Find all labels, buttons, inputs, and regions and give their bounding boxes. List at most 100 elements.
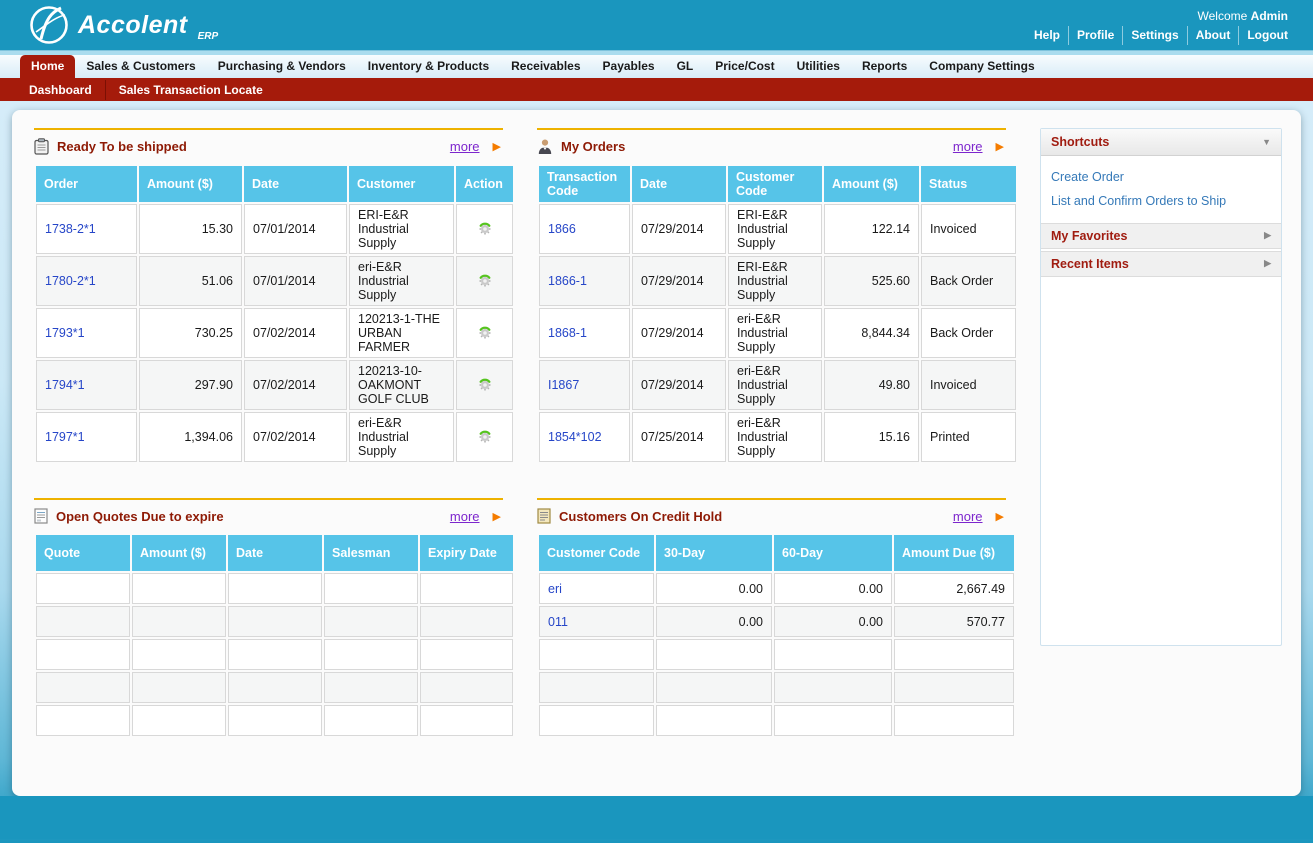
record-link[interactable]: 1854*102: [548, 430, 602, 444]
customer-cell: ERI-E&R Industrial Supply: [728, 256, 822, 306]
nav-tab[interactable]: Inventory & Products: [357, 55, 500, 78]
table-row: 1738-2*1 15.30 07/01/2014 ERI-E&R Industria…: [36, 204, 513, 254]
process-gear-icon[interactable]: [476, 219, 494, 237]
header-link[interactable]: Profile: [1068, 26, 1122, 45]
widget-my-orders: My Orders more ▶ Transaction Code Date C…: [537, 128, 1016, 464]
col-header: Customer Code: [539, 535, 654, 571]
col-header: Date: [228, 535, 322, 571]
more-link[interactable]: more: [953, 139, 983, 154]
process-gear-icon[interactable]: [476, 427, 494, 445]
process-gear-icon[interactable]: [476, 271, 494, 289]
customer-cell: [539, 672, 654, 703]
quote-cell: [36, 573, 130, 604]
process-gear-icon[interactable]: [476, 375, 494, 393]
date-cell: 07/01/2014: [244, 204, 347, 254]
sidebar-shortcuts-header[interactable]: Shortcuts ▼: [1041, 129, 1281, 156]
customer-cell: [539, 639, 654, 670]
nav-tab[interactable]: Purchasing & Vendors: [207, 55, 357, 78]
due-cell: 2,667.49: [894, 573, 1014, 604]
d30-cell: 0.00: [656, 573, 772, 604]
due-cell: 570.77: [894, 606, 1014, 637]
sidebar-item-recent-items[interactable]: Recent Items ▶: [1041, 250, 1281, 277]
nav-tab[interactable]: Company Settings: [918, 55, 1045, 78]
sidebar-shortcut-links: Create Order List and Confirm Orders to S…: [1041, 156, 1281, 223]
nav-tab[interactable]: Receivables: [500, 55, 591, 78]
header-link[interactable]: Settings: [1122, 26, 1186, 45]
more-arrow-icon[interactable]: ▶: [996, 140, 1004, 153]
process-gear-icon[interactable]: [476, 323, 494, 341]
record-link[interactable]: 011: [548, 615, 568, 629]
record-link[interactable]: 1794*1: [45, 378, 85, 392]
amount-cell: [132, 606, 226, 637]
quote-cell: [36, 606, 130, 637]
more-link[interactable]: more: [450, 139, 480, 154]
widget-credit-hold: Customers On Credit Hold more ▶ Customer…: [537, 498, 1014, 738]
record-link[interactable]: 1793*1: [45, 326, 85, 340]
more-arrow-icon[interactable]: ▶: [996, 510, 1004, 523]
more-link[interactable]: more: [953, 509, 983, 524]
date-cell: [228, 639, 322, 670]
record-link[interactable]: 1866-1: [548, 274, 587, 288]
amount-cell: 15.16: [824, 412, 919, 462]
col-header: Date: [244, 166, 347, 202]
sidebar-shortcut-link[interactable]: List and Confirm Orders to Ship: [1051, 190, 1271, 214]
table-row: [539, 672, 1014, 703]
header-link[interactable]: Help: [1026, 26, 1068, 45]
record-link[interactable]: 1738-2*1: [45, 222, 96, 236]
more-arrow-icon[interactable]: ▶: [493, 510, 501, 523]
customer-cell: eri: [539, 573, 654, 604]
more-arrow-icon[interactable]: ▶: [493, 140, 501, 153]
record-link[interactable]: 1868-1: [548, 326, 587, 340]
widget-title: Ready To be shipped: [57, 139, 187, 154]
date-cell: 07/29/2014: [632, 256, 726, 306]
brand-name: Accolent: [78, 10, 188, 39]
main-nav: Home Sales & Customers Purchasing & Vendor…: [0, 55, 1313, 78]
date-cell: 07/02/2014: [244, 308, 347, 358]
table-row: I1867 07/29/2014 eri-E&R Industrial Supply…: [539, 360, 1016, 410]
header-link[interactable]: Logout: [1238, 26, 1288, 45]
header-link[interactable]: About: [1186, 26, 1239, 45]
nav-tab[interactable]: Price/Cost: [704, 55, 785, 78]
record-link[interactable]: 1866: [548, 222, 576, 236]
customer-cell: eri-E&R Industrial Supply: [349, 256, 454, 306]
amount-cell: 297.90: [139, 360, 242, 410]
amount-cell: 122.14: [824, 204, 919, 254]
clipboard-icon: [34, 138, 49, 155]
subnav-item[interactable]: Sales Transaction Locate: [104, 79, 276, 100]
quote-cell: [36, 672, 130, 703]
footer-bar: [0, 796, 1313, 839]
amount-cell: [132, 639, 226, 670]
subnav-item[interactable]: Dashboard: [16, 80, 105, 100]
nav-tab[interactable]: Reports: [851, 55, 918, 78]
amount-cell: 49.80: [824, 360, 919, 410]
expiry-cell: [420, 672, 513, 703]
action-cell: [456, 204, 513, 254]
nav-tab[interactable]: GL: [666, 55, 705, 78]
action-cell: [456, 256, 513, 306]
date-cell: [228, 672, 322, 703]
record-link[interactable]: eri: [548, 582, 562, 596]
salesman-cell: [324, 672, 418, 703]
record-link[interactable]: 1797*1: [45, 430, 85, 444]
record-link[interactable]: 1780-2*1: [45, 274, 96, 288]
sidebar-shortcut-link[interactable]: Create Order: [1051, 166, 1271, 190]
record-link[interactable]: I1867: [548, 378, 579, 392]
col-header: Order: [36, 166, 137, 202]
nav-tab[interactable]: Payables: [592, 55, 666, 78]
customer-cell: eri-E&R Industrial Supply: [728, 412, 822, 462]
action-cell: [456, 308, 513, 358]
table-row: 1780-2*1 51.06 07/01/2014 eri-E&R Industria…: [36, 256, 513, 306]
salesman-cell: [324, 639, 418, 670]
table-row: [539, 705, 1014, 736]
brand-logo[interactable]: Accolent ERP: [28, 4, 218, 46]
sidebar-item-my-favorites[interactable]: My Favorites ▶: [1041, 222, 1281, 249]
nav-tab[interactable]: Utilities: [786, 55, 851, 78]
more-link[interactable]: more: [450, 509, 480, 524]
nav-tab[interactable]: Sales & Customers: [75, 55, 206, 78]
customer-cell: eri-E&R Industrial Supply: [728, 360, 822, 410]
col-header: 30-Day: [656, 535, 772, 571]
nav-tab[interactable]: Home: [20, 55, 76, 78]
sidebar: Shortcuts ▼ Create Order List and Confirm…: [1040, 128, 1282, 646]
col-header: Status: [921, 166, 1016, 202]
d30-cell: [656, 639, 772, 670]
